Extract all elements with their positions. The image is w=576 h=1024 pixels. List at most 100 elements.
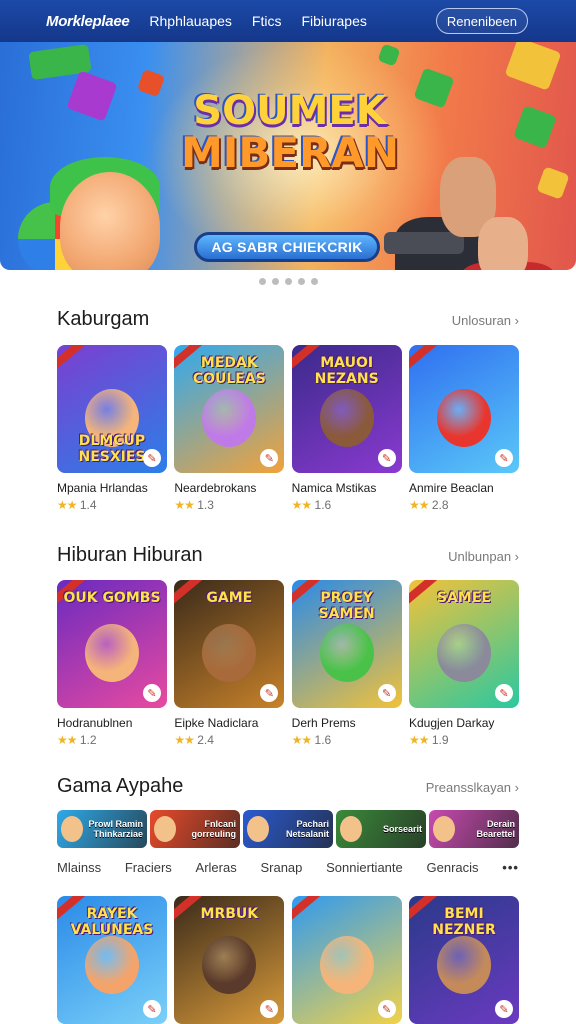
- game-thumbnail[interactable]: PROEY SAMEN ✎: [291, 580, 402, 708]
- game-rating: ★★ 1.6: [292, 733, 402, 747]
- game-card[interactable]: DLMCUP NESXIES ✎ Mpania Hrlandas ★★ 1.4: [57, 345, 167, 512]
- game-thumbnail[interactable]: OUK GOMBS ✎: [57, 580, 167, 708]
- controller-icon: ✎: [377, 449, 396, 467]
- star-icon: ★★: [174, 733, 194, 747]
- game-row: OUK GOMBS ✎ Hodranublnen ★★ 1.2 GAME ✎ Eipke N…: [57, 580, 519, 747]
- character-art: [319, 389, 374, 447]
- game-name: Anmire Beaclan: [408, 481, 494, 495]
- game-thumbnail[interactable]: DLMCUP NESXIES ✎: [57, 345, 167, 473]
- nav-link-1[interactable]: Rhphlauapes: [149, 13, 232, 29]
- star-icon: ★★: [408, 498, 429, 512]
- game-art-title: RAYEK VALUNEAS: [70, 906, 154, 938]
- nav-link-2[interactable]: Ftics: [252, 13, 282, 29]
- game-thumbnail[interactable]: GAME ✎: [174, 580, 285, 708]
- section-see-all-link[interactable]: Unlosuran ›: [452, 313, 519, 328]
- star-icon: ★★: [291, 733, 312, 747]
- character-art: [436, 936, 491, 994]
- game-name: Derh Prems: [291, 716, 356, 730]
- game-thumbnail[interactable]: RAYEK VALUNEAS ✎: [57, 896, 167, 1024]
- top-nav: Morkleplaee Rhphlauapes Ftics Fibiurapes…: [0, 0, 576, 42]
- character-art: [319, 936, 374, 994]
- more-options-icon[interactable]: •••: [502, 860, 519, 875]
- game-thumbnail[interactable]: ✎: [408, 345, 519, 473]
- carousel-dot[interactable]: [258, 278, 266, 285]
- controller-icon: ✎: [260, 1000, 279, 1018]
- game-card[interactable]: GAME ✎ Eipke Nadiclara ★★ 2.4: [174, 580, 285, 747]
- tab-3[interactable]: Arleras: [196, 860, 237, 875]
- game-card[interactable]: MEDAK COULEAS ✎ Neardebrokans ★★ 1.3: [174, 345, 285, 512]
- tab-4[interactable]: Sranap: [260, 860, 302, 875]
- category-chip[interactable]: Prowl Ramin Thinkarziae: [57, 810, 147, 848]
- game-card[interactable]: ✎: [291, 896, 402, 1024]
- chip-label: Prowl Ramin Thinkarziae: [88, 819, 143, 839]
- game-art-title: OUK GOMBS: [63, 590, 161, 606]
- controller-icon: ✎: [377, 1000, 396, 1018]
- character-art: [202, 624, 257, 682]
- game-card[interactable]: SAMEE ✎ Kdugjen Darkay ★★ 1.9: [408, 580, 519, 747]
- category-chip[interactable]: Fnlcani gorreuling: [150, 810, 240, 848]
- section-see-all-link[interactable]: Preansslkayan ›: [426, 780, 519, 795]
- game-card[interactable]: BEMI NEZNER ✎: [408, 896, 519, 1024]
- section-header: Hiburan Hiburan Unlbunpan ›: [57, 544, 519, 567]
- game-row: DLMCUP NESXIES ✎ Mpania Hrlandas ★★ 1.4 MEDA…: [57, 345, 519, 512]
- brand-logo[interactable]: Morkleplaee: [46, 13, 130, 30]
- carousel-dot[interactable]: [271, 278, 279, 285]
- section-title: Kaburgam: [57, 308, 150, 330]
- category-chip[interactable]: Sorsearit: [336, 810, 426, 848]
- game-thumbnail[interactable]: BEMI NEZNER ✎: [408, 896, 519, 1024]
- section-see-all-link[interactable]: Unlbunpan ›: [448, 549, 519, 564]
- hero-cta-button[interactable]: AG SABR CHIEKCRIK: [194, 232, 380, 262]
- chip-avatar: [154, 816, 176, 842]
- nav-link-3[interactable]: Fibiurapes: [301, 13, 366, 29]
- game-card[interactable]: MAUOI NEZANS ✎ Namica Mstikas ★★ 1.6: [291, 345, 402, 512]
- rating-value: 1.4: [79, 498, 97, 512]
- carousel-dot[interactable]: [284, 278, 292, 285]
- game-card[interactable]: PROEY SAMEN ✎ Derh Prems ★★ 1.6: [291, 580, 402, 747]
- controller-icon: ✎: [377, 684, 396, 702]
- game-thumbnail[interactable]: SAMEE ✎: [408, 580, 519, 708]
- game-thumbnail[interactable]: MRBUK ✎: [174, 896, 285, 1024]
- game-name: Neardebrokans: [174, 481, 257, 495]
- rating-value: 2.4: [197, 733, 214, 747]
- controller-icon: ✎: [494, 449, 513, 467]
- game-card[interactable]: OUK GOMBS ✎ Hodranublnen ★★ 1.2: [57, 580, 167, 747]
- star-icon: ★★: [57, 498, 77, 512]
- game-art-title: PROEY SAMEN: [318, 590, 375, 622]
- category-chip[interactable]: Pachari Netsalanit: [243, 810, 333, 848]
- decor-cube: [504, 42, 562, 91]
- carousel-dot[interactable]: [297, 278, 305, 285]
- hero-banner[interactable]: SOUMEK MIBERAN AG SABR CHIEKCRIK: [0, 42, 576, 270]
- category-chip[interactable]: Derain Bearettel: [429, 810, 519, 848]
- game-thumbnail[interactable]: MAUOI NEZANS ✎: [291, 345, 402, 473]
- ribbon-icon: [291, 896, 320, 922]
- star-icon: ★★: [174, 498, 194, 512]
- nav-register-button[interactable]: Renenibeen: [435, 8, 528, 34]
- star-icon: ★★: [408, 733, 429, 747]
- decor-cube: [513, 105, 557, 149]
- game-name: Hodranublnen: [57, 716, 133, 730]
- controller-icon: ✎: [260, 449, 279, 467]
- character-art: [202, 389, 257, 447]
- game-thumbnail[interactable]: ✎: [291, 896, 402, 1024]
- section-header: Kaburgam Unlosuran ›: [57, 308, 519, 331]
- nav-links: Rhphlauapes Ftics Fibiurapes: [149, 13, 366, 29]
- game-rating: ★★ 1.3: [174, 498, 284, 512]
- carousel-dot[interactable]: [310, 278, 318, 285]
- tab-1[interactable]: Mlainss: [57, 860, 101, 875]
- game-art-title: SAMEE: [436, 590, 491, 606]
- star-icon: ★★: [57, 733, 77, 747]
- game-card[interactable]: RAYEK VALUNEAS ✎: [57, 896, 167, 1024]
- game-card[interactable]: ✎ Anmire Beaclan ★★ 2.8: [408, 345, 519, 512]
- rating-value: 1.9: [431, 733, 449, 747]
- game-art-title: MRBUK: [200, 906, 259, 922]
- tab-5[interactable]: Sonniertiante: [326, 860, 403, 875]
- chip-label: Sorsearit: [382, 824, 422, 834]
- tab-6[interactable]: Genracis: [427, 860, 479, 875]
- game-card[interactable]: MRBUK ✎: [174, 896, 285, 1024]
- rating-value: 1.6: [314, 733, 332, 747]
- game-name: Kdugjen Darkay: [408, 716, 495, 730]
- controller-icon: ✎: [143, 449, 161, 467]
- star-icon: ★★: [291, 498, 312, 512]
- tab-2[interactable]: Fraciers: [125, 860, 172, 875]
- game-thumbnail[interactable]: MEDAK COULEAS ✎: [174, 345, 285, 473]
